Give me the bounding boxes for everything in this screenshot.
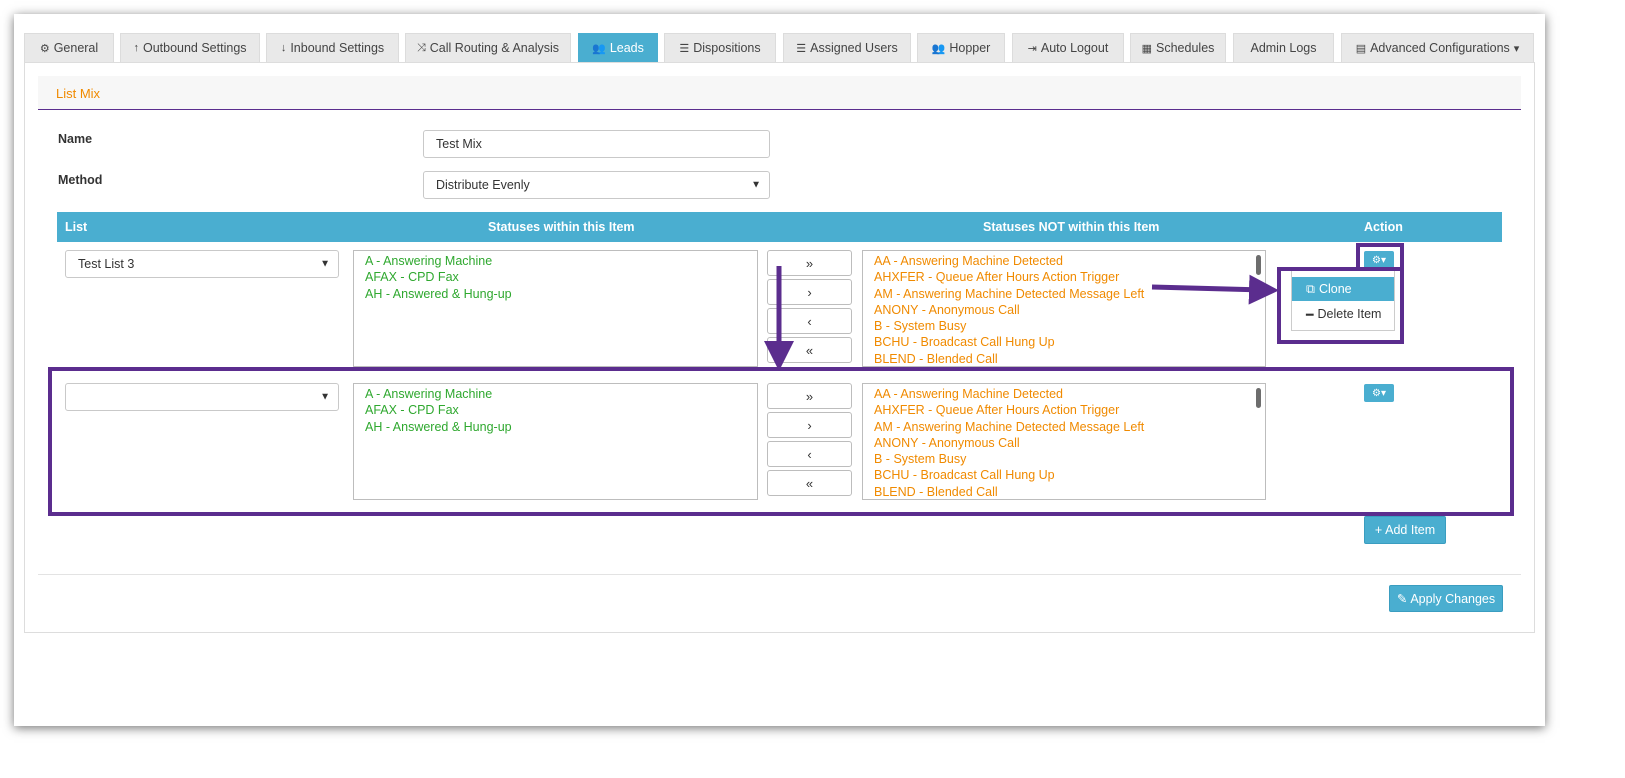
annotation-arrows — [764, 266, 1279, 371]
annotation-arrow-right — [1151, 274, 1279, 305]
